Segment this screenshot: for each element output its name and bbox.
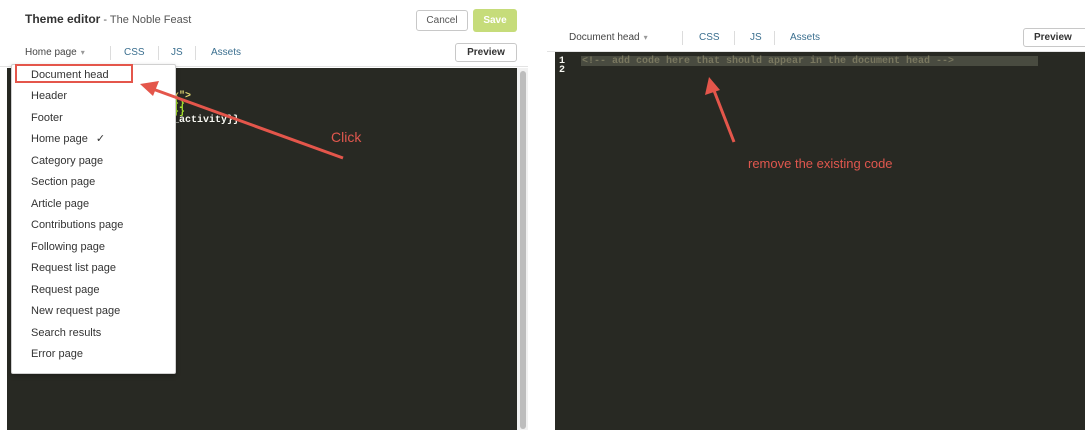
left-screenshot-panel: Theme editor - The Noble Feast Cancel Sa… bbox=[0, 0, 528, 430]
remove-arrow bbox=[705, 77, 736, 143]
annotation-remove-label: remove the existing code bbox=[748, 156, 893, 171]
click-arrow bbox=[140, 81, 344, 160]
right-screenshot-panel: Document head ▾ CSS JS Assets Preview 1 2… bbox=[547, 0, 1085, 430]
annotation-click-label: Click bbox=[331, 129, 362, 145]
